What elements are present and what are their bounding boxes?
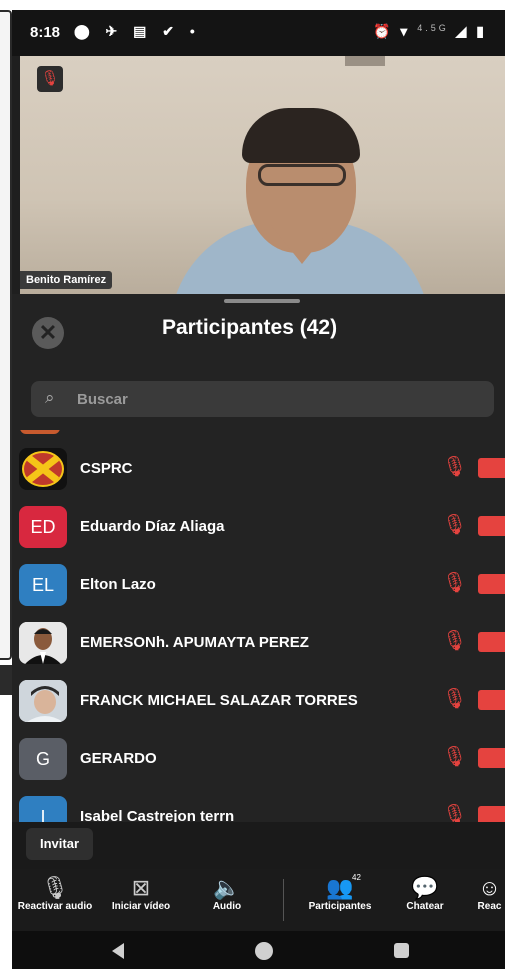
list-item[interactable]: G GERARDO 🎙 [12,730,505,788]
list-item[interactable]: EL Elton Lazo 🎙 [12,556,505,614]
participant-list[interactable]: CSPRC 🎙 ED Eduardo Díaz Aliaga 🎙 EL Elto… [12,430,505,822]
participants-sheet: ✕ Participantes (42) ⌕ CSPRC 🎙 ED [12,294,505,869]
video-off-icon [478,458,505,478]
speaker-glasses [258,164,346,186]
notification-icons: ⬤ ✈ ▤ ✔ • [74,23,201,39]
recents-icon[interactable] [394,943,409,958]
alarm-wifi-icon: ⏰ ▾ [372,23,411,39]
mic-off-icon: 🎙 [37,66,63,92]
invite-button[interactable]: Invitar [26,828,94,860]
system-icons: ⏰ ▾ 4.5G ◢ ▮ [373,23,487,40]
status-bar: 8:18 ⬤ ✈ ▤ ✔ • ⏰ ▾ 4.5G ◢ ▮ [12,10,505,56]
list-item[interactable]: FRANCK MICHAEL SALAZAR TORRES 🎙 [12,672,505,730]
partial-avatar-above [20,430,60,434]
reaction-icon: ☺ [478,875,501,900]
avatar: G [19,738,67,780]
chat-label: Chatear [406,901,444,912]
back-icon[interactable] [112,943,124,959]
search-box[interactable]: ⌕ [31,381,494,417]
search-input[interactable] [77,381,477,417]
participant-name: Elton Lazo [80,576,156,593]
video-off-icon [478,748,505,768]
video-off-icon: ⊠ [131,875,151,900]
sheet-title: Participantes (42) [162,316,338,339]
background-window-edge [0,10,12,660]
avatar: I [19,796,67,822]
participant-name: Eduardo Díaz Aliaga [80,518,225,535]
mic-off-icon: 🎙 [442,514,468,536]
unmute-label: Reactivar audio [17,901,93,912]
avatar-photo [19,680,67,722]
participant-name: GERARDO [80,750,157,767]
mic-off-icon: 🎙 [442,804,468,822]
mic-off-icon: 🎙 [442,456,468,478]
chat-icon: 💬 [411,875,439,900]
search-icon: ⌕ [45,388,55,407]
toolbar-divider [283,879,284,921]
react-button[interactable]: ☺ Reac [474,875,505,927]
unmute-button[interactable]: 🎙 Reactivar audio [12,875,98,927]
mic-off-icon: 🎙 [41,875,69,900]
speaker-name-tag: Benito Ramírez [20,271,113,289]
participant-name: EMERSONh. APUMAYTA PEREZ [80,634,309,651]
audio-label: Audio [212,901,242,912]
speaker-icon: 🔈 [213,875,241,900]
status-time: 8:18 [30,24,61,41]
battery-icon: ▮ [476,23,487,39]
start-video-label: Iniciar vídeo [111,901,171,912]
close-icon: ✕ [38,320,58,345]
list-item[interactable]: CSPRC 🎙 [12,440,505,498]
meeting-toolbar: 🎙 Reactivar audio ⊠ Iniciar vídeo 🔈 Audi… [12,869,505,931]
background-object [345,56,385,66]
avatar: EL [19,564,67,606]
invite-bar: Invitar [12,822,505,869]
mic-off-icon: 🎙 [442,630,468,652]
participant-name: Isabel Castrejon terrn [80,808,235,822]
video-off-icon [478,690,505,710]
active-speaker-video[interactable]: 🎙 Benito Ramírez [20,56,505,294]
participants-count: 42 [352,873,361,882]
signal-icon: ◢ [455,23,470,39]
mic-off-icon: 🎙 [442,572,468,594]
participant-name: CSPRC [80,460,133,477]
phone-screen: 8:18 ⬤ ✈ ▤ ✔ • ⏰ ▾ 4.5G ◢ ▮ 🎙 Benito Ram… [12,10,505,969]
close-button[interactable]: ✕ [32,317,64,349]
drag-handle[interactable] [224,299,300,303]
system-nav-bar [12,931,505,969]
participant-name: FRANCK MICHAEL SALAZAR TORRES [80,692,358,709]
avatar-photo [19,622,67,664]
people-icon: 👥 [326,875,354,900]
network-type: 4.5G [417,23,449,33]
audio-button[interactable]: 🔈 Audio [202,875,252,927]
mic-off-icon: 🎙 [442,688,468,710]
list-item[interactable]: ED Eduardo Díaz Aliaga 🎙 [12,498,505,556]
avatar: ED [19,506,67,548]
video-off-icon [478,574,505,594]
mic-off-icon: 🎙 [442,746,468,768]
home-icon[interactable] [255,942,273,960]
video-off-icon [478,516,505,536]
participants-label: Participantes [308,901,372,912]
list-item[interactable]: I Isabel Castrejon terrn 🎙 [12,788,505,822]
participants-button[interactable]: 👥 42 Participantes [300,873,380,927]
speaker-hair [242,108,360,163]
video-off-icon [478,632,505,652]
start-video-button[interactable]: ⊠ Iniciar vídeo [108,875,174,927]
screenshot-frame: 8:18 ⬤ ✈ ▤ ✔ • ⏰ ▾ 4.5G ◢ ▮ 🎙 Benito Ram… [0,0,505,969]
avatar [19,448,67,490]
list-item[interactable]: EMERSONh. APUMAYTA PEREZ 🎙 [12,614,505,672]
background-window-tab [0,665,12,695]
video-off-icon [478,806,505,822]
react-label: Reac [477,901,502,912]
chat-button[interactable]: 💬 Chatear [400,875,450,927]
